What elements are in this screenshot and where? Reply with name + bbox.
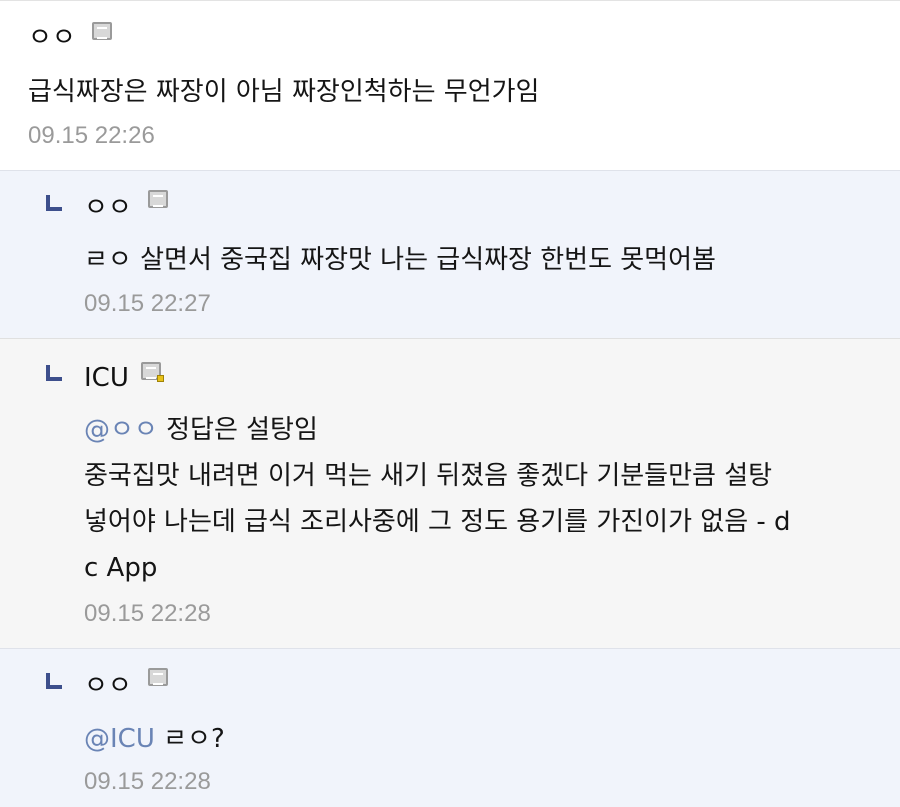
comment-text: ㄹㅇ?: [163, 724, 225, 754]
comment-timestamp: 09.15 22:27: [84, 290, 211, 317]
comment-text: 급식짜장은 짜장이 아님 짜장인척하는 무언가임: [28, 77, 540, 107]
comment-timestamp: 09.15 22:26: [28, 122, 155, 149]
comment-author[interactable]: ㅇㅇ: [28, 25, 76, 51]
comment-author[interactable]: ㅇㅇ: [84, 673, 132, 699]
fixed-nick-dot-icon: [157, 375, 164, 382]
nickname-badge-icon: [92, 22, 112, 40]
comment-text: ㄹㅇ 살면서 중국집 짜장맛 나는 급식짜장 한번도 못먹어봄: [84, 245, 716, 275]
comment-timestamp: 09.15 22:28: [84, 600, 211, 627]
comment-text-line: @ICU ㄹㅇ?: [84, 714, 225, 765]
nickname-badge-icon: [148, 668, 168, 686]
comment-author[interactable]: ㅇㅇ: [84, 195, 132, 221]
comment-timestamp: 09.15 22:28: [84, 768, 211, 795]
comment: ㅇㅇ 급식짜장은 짜장이 아님 짜장인척하는 무언가임 09.15 22:26: [0, 0, 900, 170]
reply-comment: ICU @ㅇㅇ 정답은 설탕임 중국집맛 내려면 이거 먹는 새기 뒤졌음 좋겠…: [0, 338, 900, 648]
comment-text-line: c App: [84, 553, 158, 583]
reply-arrow-icon: [46, 365, 62, 381]
reply-arrow-icon: [46, 673, 62, 689]
reply-comment: ㅇㅇ ㄹㅇ 살면서 중국집 짜장맛 나는 급식짜장 한번도 못먹어봄 09.15…: [0, 170, 900, 338]
reply-arrow-icon: [46, 195, 62, 211]
comment-author[interactable]: ICU: [84, 365, 129, 391]
comment-text-line: @ㅇㅇ 정답은 설탕임: [84, 405, 318, 456]
reply-comment: ㅇㅇ @ICU ㄹㅇ? 09.15 22:28: [0, 648, 900, 807]
comment-text-line: 넣어야 나는데 급식 조리사중에 그 정도 용기를 가진이가 없음 - d: [84, 507, 791, 537]
comment-text-line: 중국집맛 내려면 이거 먹는 새기 뒤졌음 좋겠다 기분들만큼 설탕: [84, 461, 773, 491]
mention-link[interactable]: @ICU: [84, 724, 155, 754]
nickname-badge-icon: [148, 190, 168, 208]
comment-text: 정답은 설탕임: [166, 415, 318, 445]
mention-link[interactable]: @ㅇㅇ: [84, 415, 158, 445]
fixed-nickname-badge-icon: [141, 362, 164, 382]
